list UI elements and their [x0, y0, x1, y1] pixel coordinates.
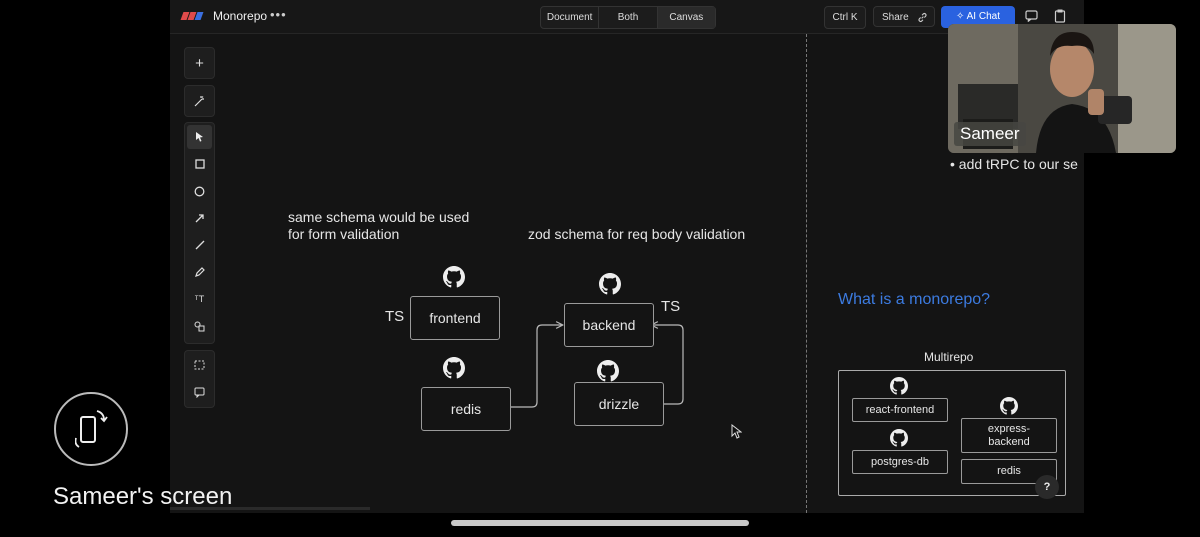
history-icon[interactable] — [1054, 9, 1066, 23]
mouse-cursor-icon — [731, 424, 742, 439]
repo-express-backend: express- backend — [961, 418, 1057, 453]
github-icon — [443, 357, 465, 379]
sparkle-icon: ✧ — [956, 11, 967, 22]
screen-share-badge — [54, 392, 128, 466]
canvas-document-divider — [806, 34, 807, 513]
participant-video-tile[interactable]: Sameer — [948, 24, 1176, 153]
doc-heading-monorepo: What is a monorepo? — [838, 291, 991, 308]
doc-bullet-trpc: • add tRPC to our se — [950, 156, 1078, 172]
arrow-redis-to-backend — [511, 325, 562, 408]
github-icon — [443, 266, 465, 288]
link-icon — [918, 13, 927, 22]
node-drizzle[interactable]: drizzle — [574, 382, 664, 426]
github-icon — [597, 360, 619, 382]
command-palette-button[interactable]: Ctrl K — [824, 6, 866, 29]
repo-express-backend-line-1: express- — [987, 422, 1031, 435]
github-icon — [890, 377, 908, 395]
ts-label-backend: TS — [661, 298, 681, 315]
ai-chat-label: AI Chat — [966, 11, 1000, 22]
repo-express-backend-line-2: backend — [988, 435, 1030, 448]
share-button[interactable]: Share — [873, 6, 935, 27]
home-indicator[interactable] — [451, 520, 749, 526]
github-icon — [599, 273, 621, 295]
shared-screen: Monorepo ••• Document Both Canvas Ctrl K… — [170, 0, 1084, 513]
comment-icon[interactable] — [1025, 10, 1038, 22]
diagram-connectors — [511, 0, 684, 408]
repo-react-frontend: react-frontend — [852, 398, 948, 422]
node-redis[interactable]: redis — [421, 387, 511, 431]
node-frontend[interactable]: frontend — [410, 296, 500, 340]
rotate-phone-icon — [75, 410, 108, 448]
help-button[interactable]: ? — [1035, 475, 1059, 499]
multirepo-title: Multirepo — [924, 350, 974, 364]
participant-name: Sameer — [954, 122, 1026, 146]
share-label: Share — [882, 12, 909, 23]
ts-label-frontend: TS — [385, 308, 405, 325]
screen-owner-label: Sameer's screen — [53, 483, 233, 510]
github-icon — [1000, 397, 1018, 415]
repo-postgres-db: postgres-db — [852, 450, 948, 474]
node-backend[interactable]: backend — [564, 303, 654, 347]
github-icon — [890, 429, 908, 447]
